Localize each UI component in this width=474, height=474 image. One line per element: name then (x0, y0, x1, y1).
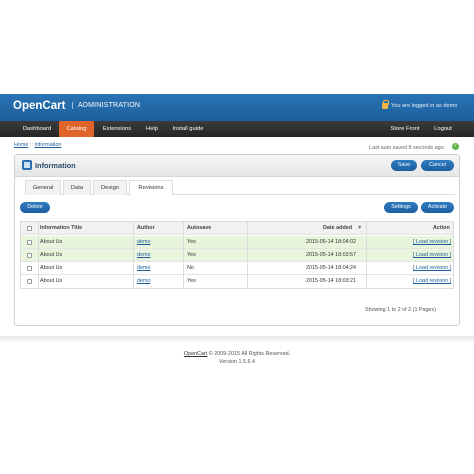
row-checkbox[interactable] (27, 253, 32, 258)
row-autosave: Yes (187, 252, 196, 258)
select-all-checkbox[interactable] (27, 226, 32, 231)
opencart-logo[interactable]: OpenCart (13, 100, 65, 112)
tab-general[interactable]: General (25, 180, 61, 195)
table-header-row: Information Title Author Autosave Date a… (21, 222, 453, 235)
delete-button[interactable]: Delete (20, 202, 50, 213)
column-action: Action (433, 225, 450, 231)
row-checkbox[interactable] (27, 266, 32, 271)
menu-install-guide[interactable]: Install guide (166, 121, 210, 137)
row-title: About Us (40, 278, 63, 284)
column-date-added[interactable]: Date added (323, 222, 352, 235)
row-author[interactable]: demo (137, 236, 151, 249)
activate-button[interactable]: Activate (421, 202, 454, 213)
load-revision-link[interactable]: [ Load revision ] (413, 236, 451, 249)
load-revision-link[interactable]: [ Load revision ] (413, 275, 451, 288)
row-autosave: No (187, 265, 194, 271)
menu-store-front[interactable]: Store Front (386, 121, 424, 137)
breadcrumb: Home :: Information (14, 142, 61, 148)
breadcrumb-information[interactable]: Information (34, 142, 61, 148)
pagination-info: Showing 1 to 2 of 2 (1 Pages) (365, 307, 437, 313)
check-icon: ✓ (452, 143, 459, 150)
table-row: About Us demo Yes 2015-05-14 18:03:21 [ … (21, 275, 453, 288)
row-checkbox[interactable] (27, 240, 32, 245)
settings-button[interactable]: Settings (384, 202, 418, 213)
menu-catalog[interactable]: Catalog (59, 121, 94, 137)
tab-revisions[interactable]: Revisions (129, 180, 173, 196)
footer-version: Version 1.5.6.4 (219, 359, 255, 365)
load-revision-link[interactable]: [ Load revision ] (413, 262, 451, 275)
row-date: 2015-05-14 18:03:21 (306, 278, 357, 284)
footer-copyright-text: © 2009-2015 All Rights Reserved. (208, 351, 291, 357)
footer-opencart-link[interactable]: OpenCart (184, 351, 207, 357)
admin-subtitle: ADMINISTRATION (72, 102, 140, 109)
row-title: About Us (40, 239, 63, 245)
row-author[interactable]: demo (137, 262, 151, 275)
table-row: About Us demo Yes 2015-05-14 18:04:02 [ … (21, 236, 453, 249)
menu-extensions[interactable]: Extensions (96, 121, 138, 137)
menu-help[interactable]: Help (140, 121, 164, 137)
cancel-button[interactable]: Cancel (421, 160, 454, 171)
row-checkbox[interactable] (27, 279, 32, 284)
main-menu: Dashboard Catalog Extensions Help Instal… (0, 121, 474, 137)
row-title: About Us (40, 252, 63, 258)
tab-design[interactable]: Design (93, 180, 127, 195)
lock-icon (382, 100, 389, 109)
row-date: 2015-05-14 18:03:57 (306, 252, 357, 258)
sort-desc-icon[interactable]: ▼ (357, 222, 362, 235)
footer-divider (0, 336, 474, 344)
page-title: Information (35, 161, 76, 170)
tab-bar: General Data Design Revisions (25, 180, 455, 196)
column-title[interactable]: Information Title (40, 222, 82, 235)
autosave-status: Last auto saved 8 seconds ago. (369, 145, 446, 151)
row-date: 2015-05-14 18:04:02 (306, 239, 357, 245)
load-revision-link[interactable]: [ Load revision ] (413, 249, 451, 262)
row-title: About Us (40, 265, 63, 271)
top-header: OpenCart ADMINISTRATION You are logged i… (0, 94, 474, 121)
tab-data[interactable]: Data (63, 180, 91, 195)
information-icon (22, 160, 32, 170)
menu-logout[interactable]: Logout (428, 121, 458, 137)
logged-in-status: You are logged in as demo (391, 103, 458, 109)
table-row: About Us demo No 2015-05-14 18:04:24 [ L… (21, 262, 453, 275)
panel-header: Information Save Cancel (15, 155, 459, 177)
revisions-table: Information Title Author Autosave Date a… (20, 221, 454, 289)
row-autosave: Yes (187, 278, 196, 284)
row-date: 2015-05-14 18:04:24 (306, 265, 357, 271)
breadcrumb-separator: :: (29, 142, 33, 148)
row-author[interactable]: demo (137, 249, 151, 262)
information-panel: Information Save Cancel General Data Des… (14, 154, 460, 326)
breadcrumb-home[interactable]: Home (14, 142, 28, 148)
column-autosave[interactable]: Autosave (187, 222, 211, 235)
row-autosave: Yes (187, 239, 196, 245)
table-row: About Us demo Yes 2015-05-14 18:03:57 [ … (21, 249, 453, 262)
save-button[interactable]: Save (391, 160, 417, 171)
row-author[interactable]: demo (137, 275, 151, 288)
footer-copyright: OpenCart © 2009-2015 All Rights Reserved… (0, 351, 474, 357)
column-author[interactable]: Author (137, 222, 155, 235)
menu-dashboard[interactable]: Dashboard (16, 121, 58, 137)
